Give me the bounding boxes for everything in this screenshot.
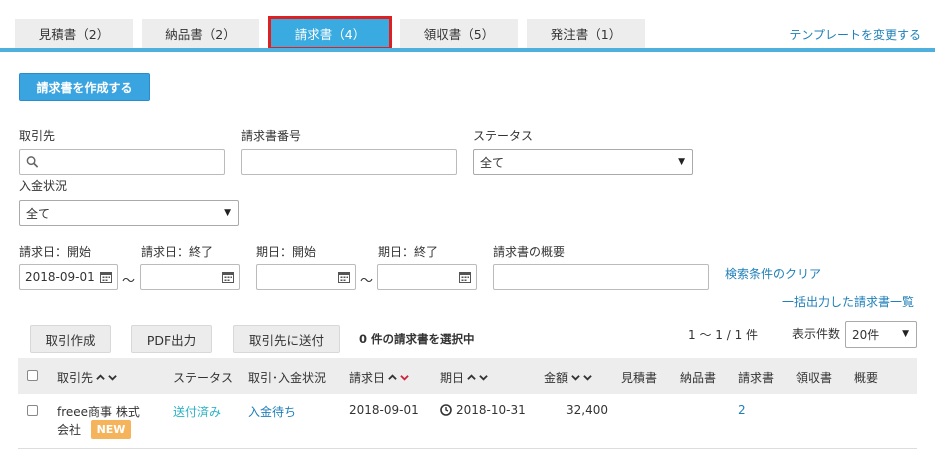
send-to-partner-button[interactable]: 取引先に送付 [233,325,340,353]
create-deal-button[interactable]: 取引作成 [30,325,111,353]
tab-purchase-orders[interactable]: 発注書（1） [527,19,645,48]
range-separator: 〜 [122,274,136,289]
pagination-info: 1 〜 1 / 1 件 [688,328,759,342]
header-invoice-date[interactable]: 請求日 [349,369,409,386]
calendar-icon[interactable] [222,271,234,283]
row-checkbox[interactable] [27,405,38,416]
invoice-date-start-input[interactable]: 2018-09-01 [19,264,118,290]
document-tabs: 見積書（2） 納品書（2） 請求書（4） 領収書（5） 発注書（1） テンプレー… [0,0,935,53]
sort-asc-icon[interactable] [388,373,397,382]
summary-input[interactable] [493,264,709,290]
dropdown-arrow-icon: ▼ [224,208,231,218]
invoice-date-end-label: 請求日：終了 [141,245,214,259]
bulk-output-invoices-link[interactable]: 一括出力した請求書一覧 [782,293,914,310]
tab-estimates[interactable]: 見積書（2） [15,19,133,48]
new-badge: NEW [91,420,131,439]
tab-delivery-notes[interactable]: 納品書（2） [142,19,259,48]
dropdown-arrow-icon: ▼ [902,329,909,339]
sort-asc-icon[interactable] [96,373,105,382]
header-status: ステータス [173,371,234,385]
payment-status-label: 入金状況 [19,179,68,193]
header-deal-payment: 取引･入金状況 [248,371,327,385]
sort-asc-icon[interactable] [467,373,476,382]
header-invoice: 請求書 [738,371,775,385]
invoice-number-label: 請求書番号 [241,129,302,143]
per-page-select[interactable]: 20件 ▼ [845,321,917,348]
range-separator: 〜 [360,274,374,289]
due-date-end-input[interactable] [377,264,477,290]
due-date-start-label: 期日：開始 [256,245,317,259]
create-invoice-button[interactable]: 請求書を作成する [19,73,150,101]
calendar-icon[interactable] [100,271,112,283]
row-due-date: 2018-10-31 [456,403,526,417]
row-invoice-date: 2018-09-01 [349,403,419,417]
row-divider [18,448,917,449]
row-partner-name-cont: 会社 [57,423,82,437]
due-date-start-input[interactable] [256,264,356,290]
calendar-icon[interactable] [338,271,350,283]
pdf-export-button[interactable]: PDF出力 [131,325,212,353]
summary-label: 請求書の概要 [493,245,566,259]
selection-count: 0 件の請求書を選択中 [359,332,475,346]
tab-invoices[interactable]: 請求書（4） [268,16,392,50]
per-page-label: 表示件数 [792,327,841,341]
status-label: ステータス [473,129,534,143]
select-all-checkbox[interactable] [27,370,38,381]
invoice-date-end-input[interactable] [140,264,240,290]
header-receipt: 領収書 [796,371,833,385]
row-status: 送付済み [173,405,222,419]
tab-receipts[interactable]: 領収書（5） [400,19,518,48]
header-amount[interactable]: 金額 [544,369,592,386]
clock-icon [440,404,452,416]
search-icon [26,156,39,168]
status-select[interactable]: 全て ▼ [473,149,693,175]
header-due-date[interactable]: 期日 [440,369,488,386]
sort-desc-icon[interactable] [583,373,592,382]
header-delivery: 納品書 [680,371,717,385]
header-partner[interactable]: 取引先 [57,369,117,386]
payment-status-select[interactable]: 全て ▼ [19,200,239,226]
header-summary: 概要 [854,371,879,385]
change-template-link[interactable]: テンプレートを変更する [789,26,921,43]
dropdown-arrow-icon: ▼ [678,157,685,167]
partner-label: 取引先 [19,129,56,143]
due-date-end-label: 期日：終了 [378,245,439,259]
sort-desc-icon[interactable] [479,373,488,382]
sort-desc-active-icon[interactable] [400,373,409,382]
invoice-date-start-label: 請求日：開始 [19,245,92,259]
row-partner-name: freee商事 株式 [57,405,140,419]
row-payment-status[interactable]: 入金待ち [248,403,296,420]
sort-desc-icon[interactable] [571,373,580,382]
clear-filters-link[interactable]: 検索条件のクリア [725,265,821,282]
row-invoice-count-link[interactable]: 2 [738,403,746,417]
invoice-number-input[interactable] [241,149,457,175]
row-amount: 32,400 [566,403,608,417]
header-estimate: 見積書 [621,371,658,385]
tab-underline [0,48,935,52]
calendar-icon[interactable] [459,271,471,283]
partner-search-input[interactable] [19,149,225,175]
sort-desc-icon[interactable] [108,373,117,382]
